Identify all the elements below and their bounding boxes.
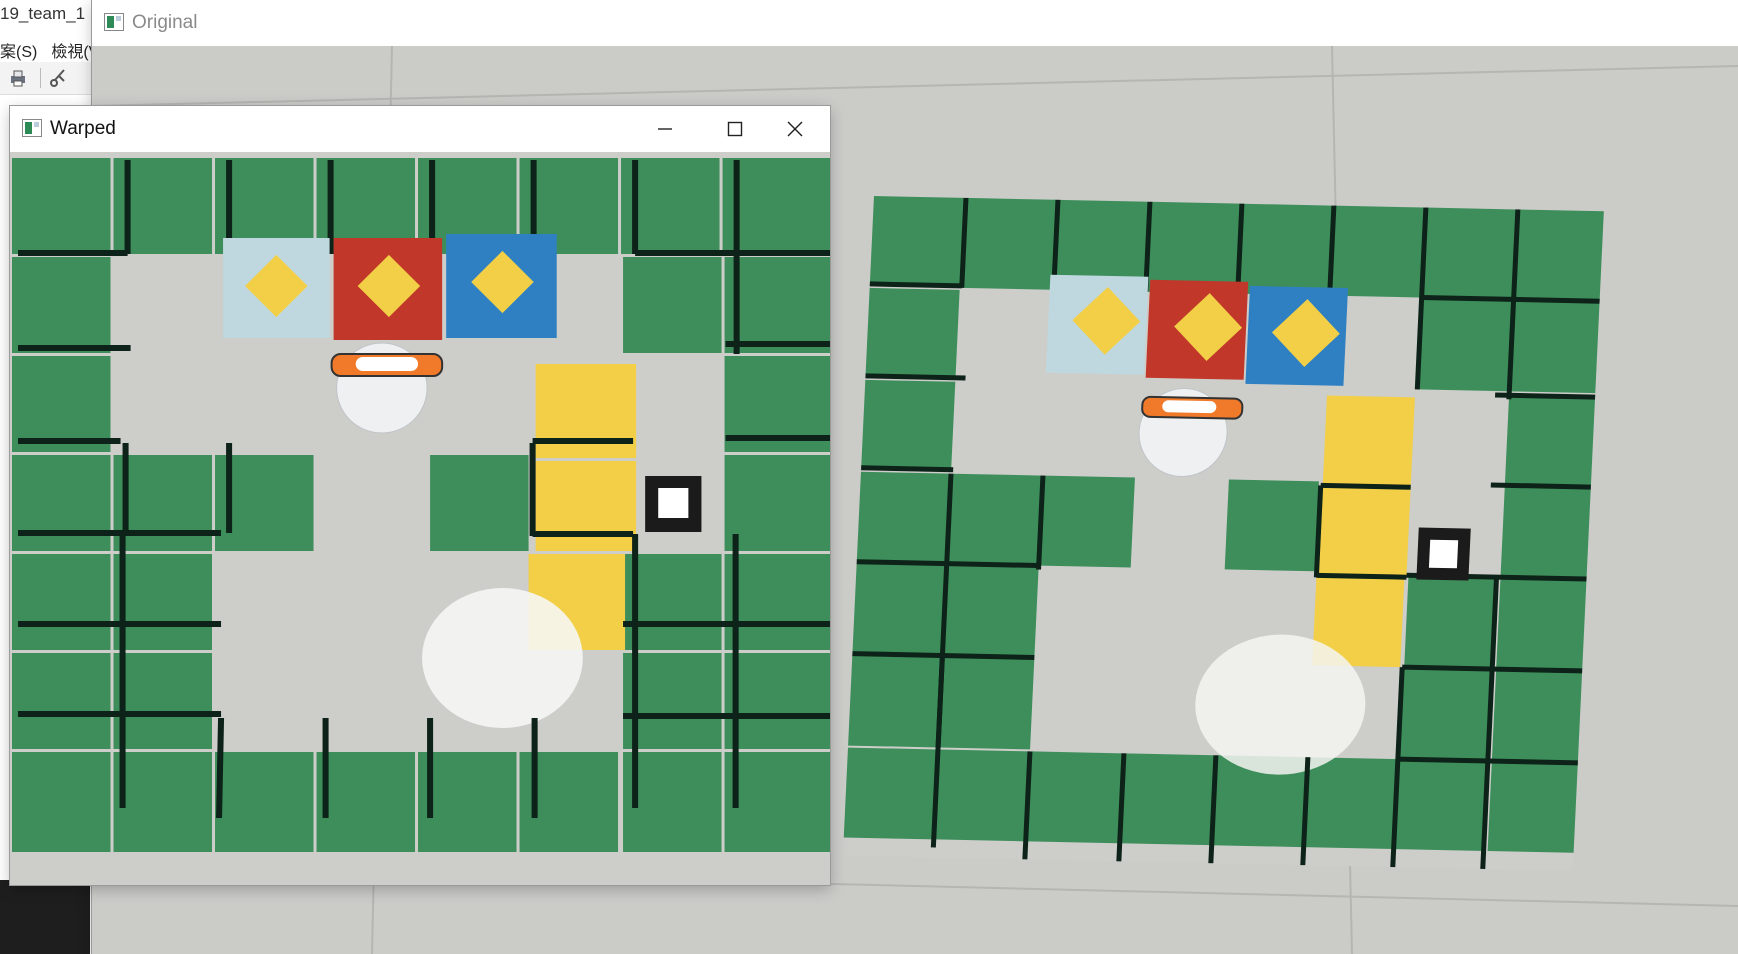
minimize-icon xyxy=(658,128,672,130)
warped-camera-view xyxy=(10,152,830,885)
close-icon xyxy=(787,121,803,137)
background-window-title: 19_team_1 xyxy=(0,4,86,23)
menu-item-s[interactable]: 案(S) xyxy=(0,44,37,61)
print-icon[interactable] xyxy=(8,68,28,88)
warped-image xyxy=(10,152,830,885)
warped-titlebar[interactable]: Warped xyxy=(10,106,830,152)
original-titlebar[interactable]: Original xyxy=(92,0,1738,46)
app-icon xyxy=(104,13,124,31)
warped-window: Warped xyxy=(10,106,830,885)
warped-window-title: Warped xyxy=(50,118,116,139)
background-toolbar xyxy=(0,62,100,95)
minimize-button[interactable] xyxy=(630,106,700,152)
app-icon xyxy=(22,119,42,137)
maximize-icon xyxy=(727,121,743,137)
close-button[interactable] xyxy=(760,106,830,152)
original-window-title: Original xyxy=(132,12,198,33)
terminal-panel xyxy=(0,880,90,954)
cut-icon[interactable] xyxy=(48,68,68,88)
